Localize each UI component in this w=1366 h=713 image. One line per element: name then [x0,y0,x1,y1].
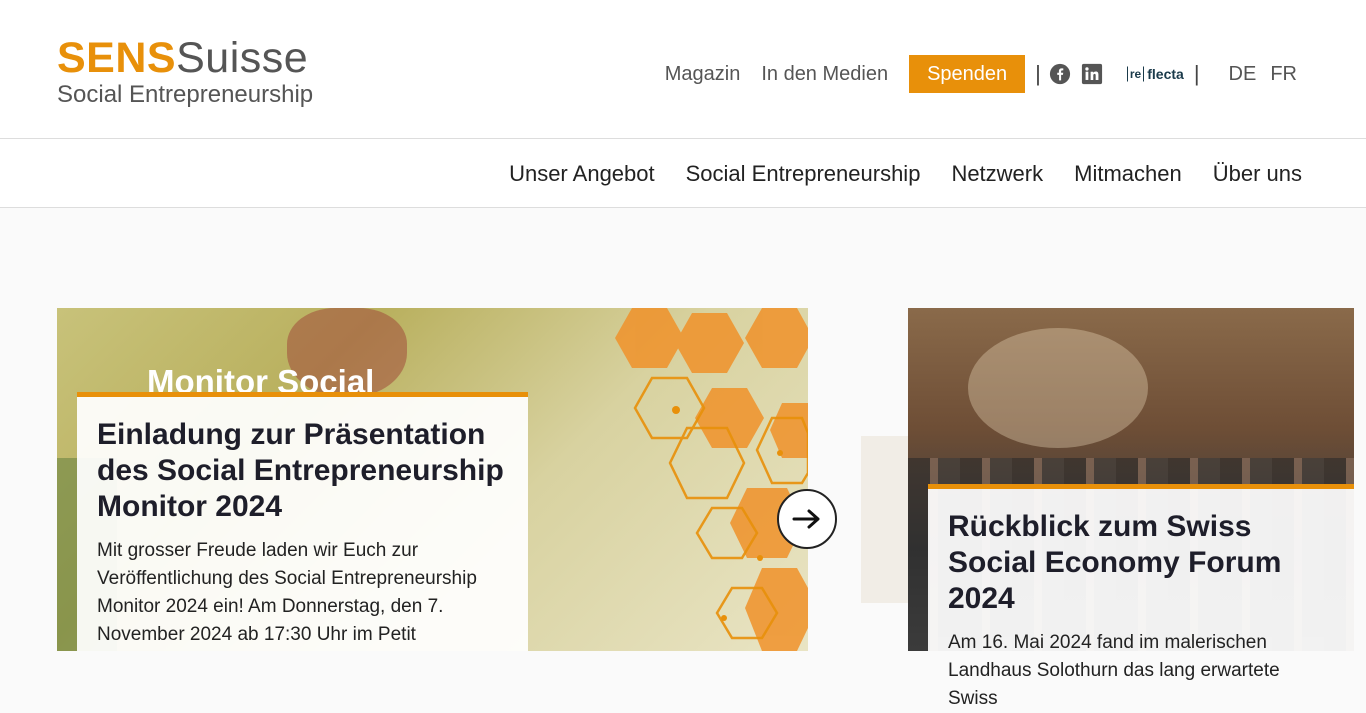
nav-social-entrepreneurship[interactable]: Social Entrepreneurship [686,161,921,187]
news-card-2[interactable]: Rückblick zum Swiss Social Economy Forum… [928,484,1354,709]
reflecta-logo[interactable]: re flecta [1126,66,1184,82]
card-excerpt-2: Am 16. Mai 2024 fand im malerischen Land… [948,632,1280,709]
nav-netzwerk[interactable]: Netzwerk [951,161,1043,187]
utility-nav: Magazin In den Medien Spenden | re flecta… [665,55,1297,93]
facebook-icon[interactable] [1049,63,1071,85]
logo-wordmark: SENSSuisse [57,36,313,80]
card-excerpt: Mit grosser Freude laden wir Euch zur Ve… [97,540,477,645]
separator-2: | [1193,61,1200,86]
logo[interactable]: SENSSuisse Social Entrepreneurship [57,36,313,109]
card-title-2[interactable]: Rückblick zum Swiss Social Economy Forum… [948,509,1334,617]
news-card-1[interactable]: Einladung zur Präsentation des Social En… [77,392,528,651]
nav-in-den-medien[interactable]: In den Medien [761,63,888,86]
arrow-right-icon [792,509,820,529]
header: SENSSuisse Social Entrepreneurship Magaz… [0,0,1366,139]
linkedin-icon[interactable] [1081,63,1103,85]
hexagon-pattern [615,308,808,651]
main-nav: Unser Angebot Social Entrepreneurship Ne… [0,139,1366,208]
carousel-next-button[interactable] [777,489,837,549]
nav-unser-angebot[interactable]: Unser Angebot [509,161,655,187]
photo-stage-light [968,328,1148,448]
nav-mitmachen[interactable]: Mitmachen [1074,161,1182,187]
separator: | [1035,61,1041,86]
lang-de[interactable]: DE [1229,63,1257,86]
donate-button[interactable]: Spenden [909,55,1026,93]
lang-fr[interactable]: FR [1270,63,1297,86]
card-title[interactable]: Einladung zur Präsentation des Social En… [97,417,508,525]
reflecta-text: flecta [1147,66,1184,82]
nav-magazin[interactable]: Magazin [665,63,741,86]
nav-ueber-uns[interactable]: Über uns [1213,161,1302,187]
carousel-slide-peek [861,436,908,603]
reflecta-bracket: re [1126,66,1145,82]
logo-sens: SENS [57,34,177,82]
logo-tagline: Social Entrepreneurship [57,81,314,108]
logo-suisse: Suisse [176,34,309,82]
